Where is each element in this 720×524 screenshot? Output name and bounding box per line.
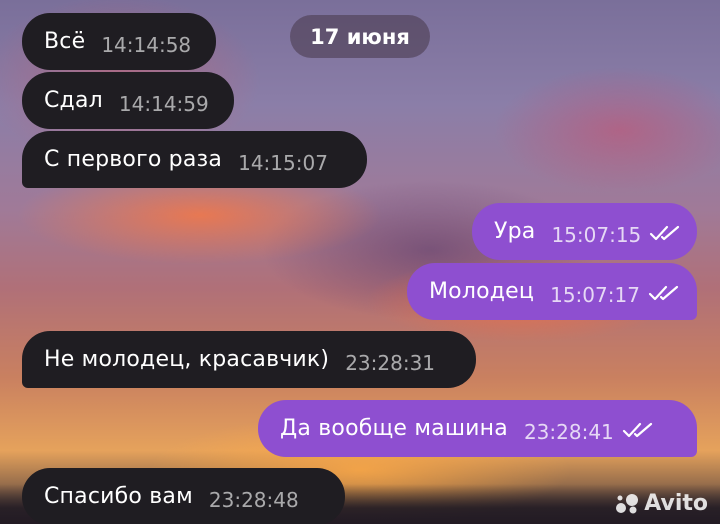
message-bubble-incoming[interactable]: Всё 14:14:58 <box>22 13 216 70</box>
message-bubble-incoming[interactable]: С первого раза 14:15:07 <box>22 131 367 188</box>
message-time: 23:28:41 <box>523 419 614 444</box>
message-bubble-incoming[interactable]: Спасибо вам 23:28:48 <box>22 468 345 524</box>
double-check-icon <box>648 285 682 305</box>
avito-watermark: Avito <box>614 491 708 516</box>
message-bubble-incoming[interactable]: Не молодец, красавчик) 23:28:31 <box>22 331 476 388</box>
message-text: Всё <box>44 29 86 54</box>
message-text: Да вообще машина <box>280 416 508 441</box>
message-time: 15:07:17 <box>550 282 640 307</box>
message-time: 14:14:58 <box>101 32 192 57</box>
message-bubble-incoming[interactable]: Сдал 14:14:59 <box>22 72 234 129</box>
message-text: Не молодец, красавчик) <box>44 347 330 372</box>
message-time: 14:15:07 <box>238 150 328 175</box>
message-time: 15:07:15 <box>551 222 642 247</box>
avito-logo-icon <box>616 493 639 513</box>
double-check-icon <box>649 225 683 245</box>
message-text: Молодец <box>429 279 535 304</box>
message-bubble-outgoing[interactable]: Молодец 15:07:17 <box>407 263 697 320</box>
message-text: Сдал <box>44 88 103 113</box>
watermark-text: Avito <box>644 491 708 516</box>
message-text: Спасибо вам <box>44 484 193 509</box>
message-text: Ура <box>494 219 536 244</box>
message-bubble-outgoing[interactable]: Да вообще машина 23:28:41 <box>258 400 697 457</box>
double-check-icon <box>622 422 656 442</box>
message-time: 23:28:31 <box>345 350 436 375</box>
message-bubble-outgoing[interactable]: Ура 15:07:15 <box>472 203 697 260</box>
message-text: С первого раза <box>44 147 223 172</box>
date-separator: 17 июня <box>290 15 430 58</box>
message-time: 23:28:48 <box>208 487 299 512</box>
message-time: 14:14:59 <box>118 91 209 116</box>
